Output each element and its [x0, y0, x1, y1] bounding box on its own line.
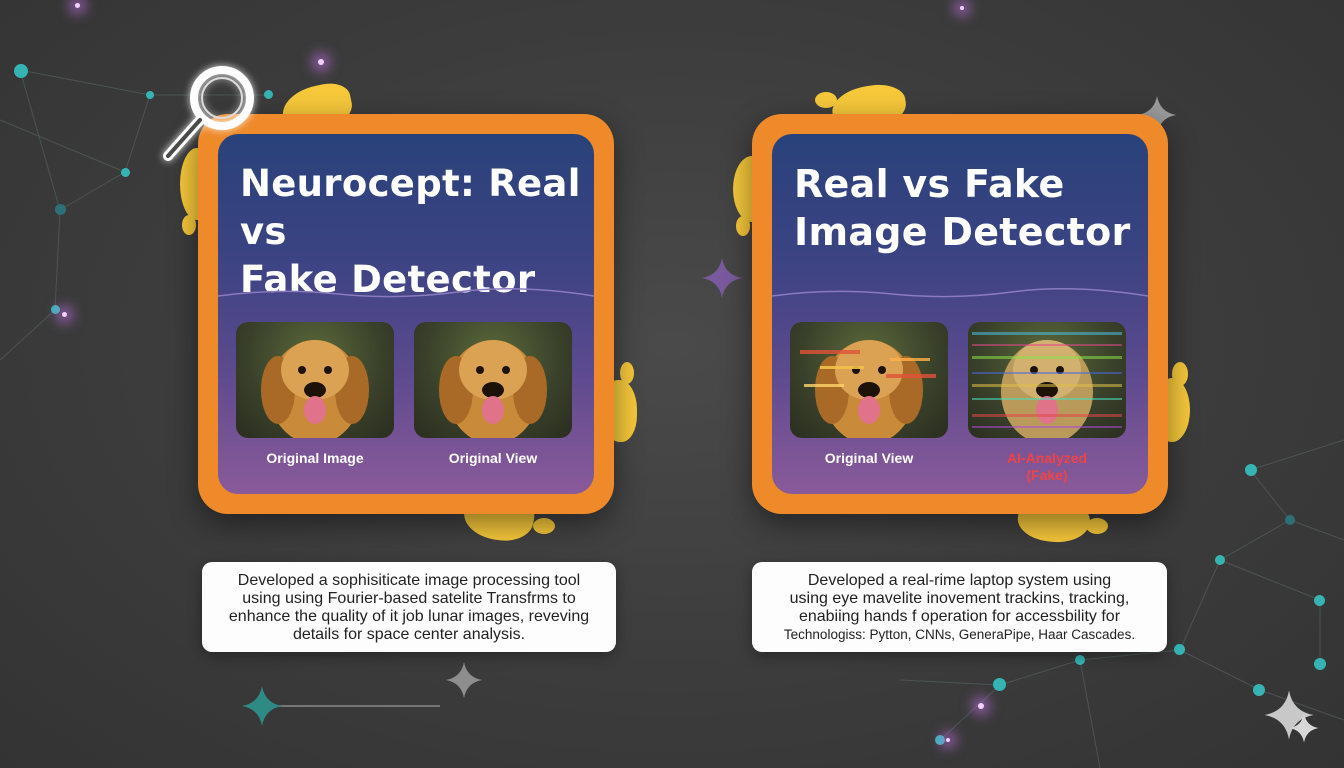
image-caption: Original Image	[266, 450, 364, 466]
decorative-blob	[533, 518, 555, 534]
description-line: Developed a sophisiticate image processi…	[237, 572, 581, 589]
network-node	[51, 305, 60, 314]
decorative-blob	[1086, 518, 1108, 534]
dog-photo-view	[414, 322, 572, 438]
dog-photo-glitch	[790, 322, 948, 438]
glow-dot	[318, 59, 324, 65]
description-line: Developed a real-rime laptop system usin…	[807, 572, 1112, 589]
magnifier-icon	[163, 66, 254, 161]
network-node	[55, 204, 66, 215]
network-node	[1075, 655, 1085, 665]
network-node	[14, 64, 28, 78]
network-node	[121, 168, 130, 177]
description-line: enabiing hands f operation for accessbil…	[798, 608, 1121, 625]
network-node	[1245, 464, 1257, 476]
sparkle-icon	[445, 661, 483, 699]
project-card-neurocept: Neurocept: Real vs Fake Detector Origina…	[198, 114, 614, 514]
description-line: details for space center analysis.	[292, 626, 526, 643]
glow-dot	[978, 703, 984, 709]
card-panel: Neurocept: Real vs Fake Detector Origina…	[218, 134, 594, 494]
network-node	[1174, 644, 1185, 655]
decorative-blob	[1172, 362, 1188, 386]
project-card-detector: Real vs Fake Image Detector Original Vie…	[752, 114, 1168, 514]
glow-dot	[62, 312, 67, 317]
dog-photo-ai-analyzed	[968, 322, 1126, 438]
project-description: Developed a sophisiticate image processi…	[202, 562, 616, 652]
glow-dot	[946, 738, 950, 742]
description-line: using eye mavelite inovement trackins, t…	[789, 590, 1130, 607]
divider-wave	[218, 288, 594, 298]
network-node	[1314, 658, 1326, 670]
description-line: enhance the quality of it job lunar imag…	[228, 608, 590, 625]
dog-photo-original	[236, 322, 394, 438]
network-node	[993, 678, 1006, 691]
description-line: Technologiss: Pytton, CNNs, GeneraPipe, …	[783, 627, 1136, 642]
project-description: Developed a real-rime laptop system usin…	[752, 562, 1167, 652]
decorative-blob	[736, 216, 750, 236]
network-node	[1215, 555, 1225, 565]
description-line: using using Fourier-based satelite Trans…	[242, 590, 576, 607]
network-node	[1285, 515, 1295, 525]
card-title: Neurocept: Real vs Fake Detector	[240, 162, 581, 301]
image-caption-fake: AI-Analyzed (Fake)	[1006, 450, 1088, 483]
network-node	[1314, 595, 1325, 606]
sparkle-icon	[1289, 713, 1319, 743]
decorative-blob	[815, 92, 837, 108]
sparkle-icon	[702, 258, 742, 298]
glow-dot	[960, 6, 964, 10]
divider-wave	[772, 288, 1148, 298]
sparkle-icon	[242, 686, 282, 726]
network-node	[935, 735, 945, 745]
decorative-blob	[182, 215, 196, 235]
decorative-blob	[620, 362, 634, 384]
card-panel: Real vs Fake Image Detector Original Vie…	[772, 134, 1148, 494]
image-caption: Original View	[824, 450, 914, 466]
image-caption: Original View	[448, 450, 538, 466]
glow-dot	[75, 3, 80, 8]
card-title: Real vs Fake Image Detector	[794, 162, 1131, 254]
